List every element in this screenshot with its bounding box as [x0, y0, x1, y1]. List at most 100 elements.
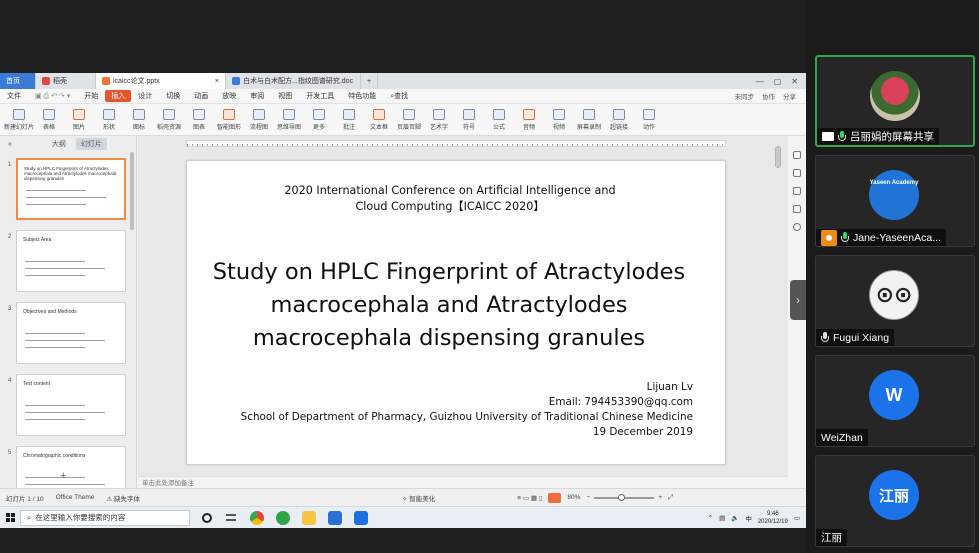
menu-home[interactable]: 开始 [77, 91, 105, 101]
ribbon-button[interactable]: 图片 [64, 108, 94, 131]
ribbon-button[interactable]: 图标 [124, 108, 154, 131]
menu-developer[interactable]: 开发工具 [299, 91, 341, 101]
share-button[interactable]: 分享 [783, 91, 796, 101]
ribbon-button[interactable]: 图表 [184, 108, 214, 131]
participant-tile[interactable]: 江丽 江丽 [815, 455, 975, 547]
menu-view[interactable]: 视图 [271, 91, 299, 101]
ribbon-button[interactable]: 页眉页脚 [394, 108, 424, 131]
new-tab-button[interactable]: + [361, 73, 379, 89]
cortana-icon[interactable] [202, 512, 212, 523]
volume-icon[interactable]: 🔈 [731, 514, 739, 522]
slide-thumbnail[interactable]: Subject Area [16, 230, 126, 292]
tab-home[interactable]: 首页 [0, 73, 36, 89]
tab-outline[interactable]: 大纲 [52, 139, 66, 149]
chrome-icon[interactable] [250, 510, 264, 525]
current-slide[interactable]: 2020 International Conference on Artific… [186, 160, 726, 465]
participant-tile[interactable]: W WeiZhan [815, 355, 975, 447]
minimize-icon[interactable]: — [756, 77, 764, 86]
slide-thumbnail[interactable]: Study on HPLC Fingerprint of Atractylode… [16, 158, 126, 220]
menu-review[interactable]: 审阅 [243, 91, 271, 101]
editor-scrollbar[interactable] [775, 146, 783, 466]
slide-thumbnail[interactable]: Objectives and Methods [16, 302, 126, 364]
ribbon-button[interactable]: 流程图 [244, 108, 274, 131]
sync-status[interactable]: 未同步 [735, 91, 755, 101]
reading-view-icon[interactable]: ▯ [539, 495, 543, 502]
select-icon[interactable] [793, 151, 801, 159]
zoom-slider[interactable] [594, 493, 655, 501]
zoom-out-icon[interactable]: − [586, 494, 590, 501]
tab-slides[interactable]: 幻灯片 [75, 138, 107, 150]
menu-design[interactable]: 设计 [131, 91, 159, 101]
tab-pptx[interactable]: icaicc论文.pptx × [96, 73, 226, 89]
slide-thumbnail-row[interactable]: 3 Objectives and Methods [0, 302, 130, 368]
ribbon-button[interactable]: 思维导图 [274, 108, 304, 131]
participant-tile[interactable]: ⊙⊙ Fugui Xiang [815, 255, 975, 347]
wps-writer-icon[interactable] [328, 510, 342, 525]
ribbon-button[interactable]: 符号 [454, 108, 484, 131]
menu-insert[interactable]: 插入 [105, 90, 132, 102]
ribbon-button[interactable]: 智能图形 [214, 108, 244, 131]
ribbon-button[interactable]: 艺术字 [424, 108, 454, 131]
fit-window-icon[interactable]: ⤢ [662, 494, 679, 502]
taskbar-search-input[interactable]: ⌕ 在这里输入你要搜索的内容 [20, 509, 190, 526]
add-slide-button[interactable]: + [60, 470, 66, 482]
task-view-icon[interactable] [224, 510, 238, 525]
slide-thumbnail-row[interactable]: 4 Test content [0, 374, 130, 440]
ribbon-button[interactable]: 动作 [634, 108, 664, 131]
tencent-meeting-icon[interactable] [354, 510, 368, 525]
menu-special[interactable]: 特色功能 [341, 91, 383, 101]
ribbon-button[interactable]: 文本框 [364, 108, 394, 131]
conference-text[interactable]: 2020 International Conference on Artific… [227, 183, 673, 215]
close-window-icon[interactable]: ✕ [791, 77, 798, 86]
collapse-icon[interactable]: « [8, 141, 12, 148]
slide-thumbnail-row[interactable]: 2 Subject Area [0, 230, 130, 296]
clock[interactable]: 9:46 2020/12/19 [758, 510, 788, 526]
slideshow-play-button[interactable] [548, 492, 562, 503]
notes-area[interactable]: 单击此处添加备注 [138, 476, 788, 488]
maximize-icon[interactable]: ▢ [774, 77, 782, 86]
slide-thumbnail[interactable]: Test content [16, 374, 126, 436]
slide-title[interactable]: Study on HPLC Fingerprint of Atractylode… [199, 256, 699, 355]
menu-transitions[interactable]: 切换 [159, 91, 187, 101]
notes-view-icon[interactable]: ≡ [517, 495, 521, 502]
ime-icon[interactable]: 中 [745, 513, 752, 523]
participant-tile[interactable]: Yaseen Academy Jane-YaseenAca... [815, 155, 975, 247]
ribbon-button[interactable]: 音频 [514, 108, 544, 131]
ribbon-button[interactable]: 公式 [484, 108, 514, 131]
thumbnail-scrollbar[interactable] [130, 152, 135, 472]
sorter-view-icon[interactable]: ▦ [531, 495, 537, 502]
ribbon-button[interactable]: 屏幕录制 [574, 108, 604, 131]
author-block[interactable]: Lijuan Lv Email: 794453390@qq.com School… [241, 380, 693, 440]
ribbon-button[interactable]: 超链接 [604, 108, 634, 131]
zoom-level[interactable]: 80% [561, 494, 586, 501]
tray-overflow-icon[interactable]: ⌃ [708, 514, 713, 522]
file-explorer-icon[interactable] [302, 510, 316, 525]
menu-slideshow[interactable]: 放映 [215, 91, 243, 101]
expand-panel-button[interactable]: › [790, 280, 806, 320]
quick-access-toolbar[interactable]: ▣ ⎙ ↶ ↷ ▾ [28, 92, 77, 101]
participant-tile[interactable]: 吕丽娟的屏幕共享 [815, 55, 975, 147]
tab-doc[interactable]: 白术与白术配方...指纹图谱研究.doc [226, 73, 361, 89]
menu-animations[interactable]: 动画 [187, 91, 215, 101]
properties-icon[interactable] [793, 205, 801, 213]
notifications-icon[interactable]: ▭ [794, 514, 800, 522]
slide-thumbnail-row[interactable]: 1 Study on HPLC Fingerprint of Atractylod… [0, 158, 130, 224]
menu-search[interactable]: ⌕查找 [383, 91, 415, 101]
ribbon-button[interactable]: 新建幻灯片 [4, 108, 34, 131]
ribbon-button[interactable]: 视频 [544, 108, 574, 131]
ribbon-button[interactable]: 表格 [34, 108, 64, 131]
normal-view-icon[interactable]: ▭ [523, 495, 529, 502]
style-icon[interactable] [793, 169, 801, 177]
menu-file[interactable]: 文件 [0, 91, 28, 101]
edge-icon[interactable] [276, 510, 290, 525]
tab-docer[interactable]: 稻壳 [36, 73, 96, 89]
collab-button[interactable]: 协作 [762, 91, 775, 101]
animation-icon[interactable] [793, 187, 801, 195]
ribbon-button[interactable]: 稻壳资源 [154, 108, 184, 131]
help-icon[interactable] [793, 223, 801, 231]
smart-beautify-button[interactable]: ✧ 智能美化 [396, 493, 441, 503]
close-icon[interactable]: × [215, 78, 219, 85]
windows-start-icon[interactable] [0, 507, 20, 529]
ribbon-button[interactable]: 更多 [304, 108, 334, 131]
missing-font-button[interactable]: ⚠ 缺失字体 [100, 493, 146, 503]
